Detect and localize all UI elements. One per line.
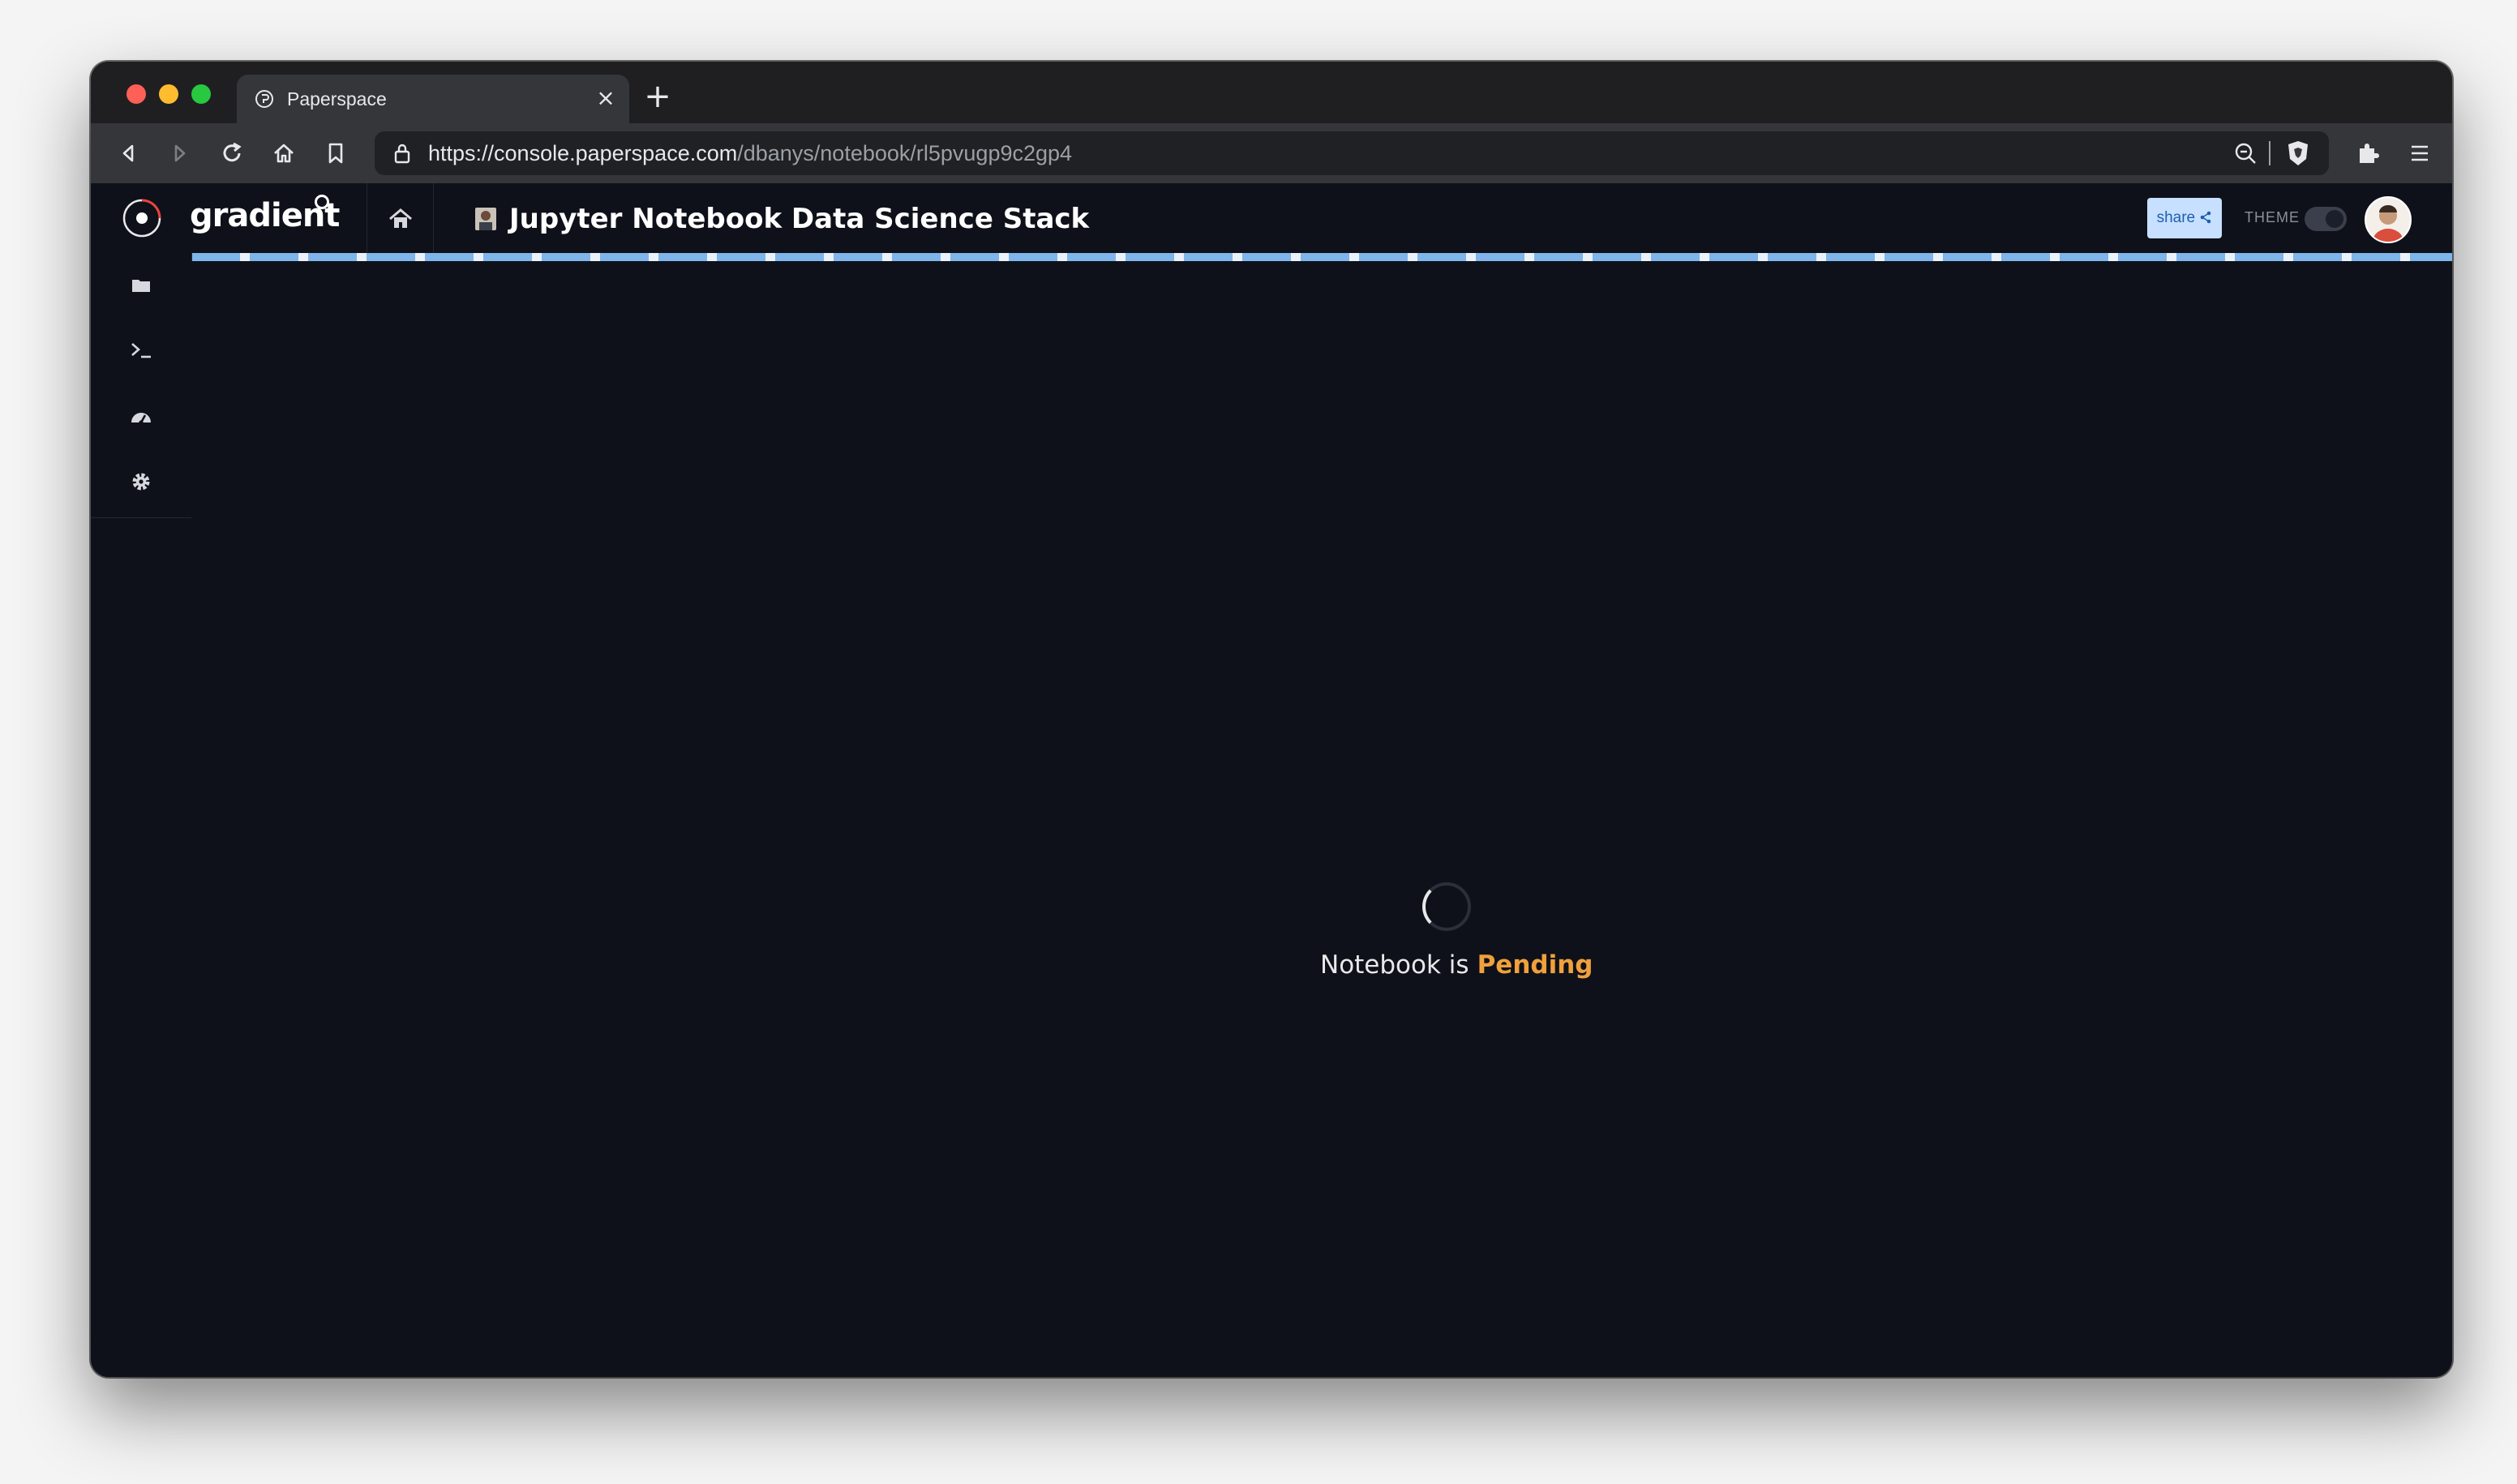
share-button[interactable]: share [2147, 198, 2222, 238]
status-prefix: Notebook is [1320, 950, 1469, 980]
loading-spinner-icon [1422, 882, 1471, 931]
notebook-content-area: Notebook is Pending [191, 261, 2452, 1377]
brave-shield-icon[interactable] [2285, 139, 2311, 167]
theme-label: THEME [2245, 209, 2300, 225]
minimize-window-button[interactable] [159, 84, 178, 104]
sidebar-item-metrics[interactable] [125, 401, 157, 433]
notebook-status: Notebook is Pending [1320, 947, 1596, 983]
close-tab-icon[interactable]: × [594, 86, 618, 110]
home-icon[interactable] [268, 137, 300, 169]
url-text[interactable]: https://console.paperspace.com/dbanys/no… [428, 140, 1072, 166]
browser-window: Paperspace × + https://console.paperspac… [91, 62, 2452, 1377]
user-avatar[interactable] [2365, 196, 2412, 243]
menu-icon[interactable] [2403, 137, 2436, 169]
theme-toggle[interactable] [2305, 207, 2347, 231]
extensions-icon[interactable] [2352, 137, 2384, 169]
reload-icon[interactable] [216, 137, 248, 169]
theme-toggle-knob [2326, 210, 2343, 228]
home-icon [389, 208, 412, 228]
status-value: Pending [1477, 950, 1593, 980]
gradient-logo-icon[interactable] [122, 198, 162, 238]
dashboard-icon [131, 413, 151, 425]
sidebar-item-terminal[interactable] [125, 334, 157, 367]
logo-dot-icon [315, 195, 329, 209]
address-bar[interactable]: https://console.paperspace.com/dbanys/no… [375, 131, 2329, 175]
app-header: gradient Jupyter Notebook Data Science S… [91, 183, 2452, 254]
terminal-icon [131, 343, 151, 358]
left-sidebar [91, 253, 192, 1377]
header-divider [433, 183, 434, 253]
new-tab-button[interactable]: + [642, 80, 673, 114]
back-icon[interactable] [112, 137, 144, 169]
sidebar-item-files[interactable] [125, 269, 157, 302]
tab-strip: Paperspace × + [91, 62, 2452, 123]
lock-icon [394, 144, 410, 164]
browser-toolbar: https://console.paperspace.com/dbanys/no… [91, 123, 2452, 183]
url-path: /dbanys/notebook/rl5pvugp9c2gp4 [737, 141, 1073, 165]
bookmark-icon[interactable] [319, 137, 352, 169]
sidebar-item-settings[interactable] [125, 465, 157, 498]
notebook-owner-avatar [475, 208, 496, 230]
zoom-icon[interactable] [2233, 141, 2258, 165]
browser-tab[interactable]: Paperspace × [237, 75, 629, 123]
sidebar-divider [91, 517, 191, 518]
close-window-button[interactable] [126, 84, 146, 104]
maximize-window-button[interactable] [191, 84, 211, 104]
page-title: Jupyter Notebook Data Science Stack [509, 203, 1090, 235]
folder-icon [132, 280, 150, 292]
url-host: https://console.paperspace.com [428, 141, 738, 165]
paperspace-favicon-icon [255, 90, 273, 108]
address-bar-separator [2269, 141, 2270, 165]
forward-icon[interactable] [164, 137, 196, 169]
loading-progress-bar [191, 253, 2452, 261]
share-icon [2201, 211, 2211, 224]
home-button[interactable] [384, 203, 417, 235]
settings-icon [132, 473, 150, 491]
share-label: share [2156, 209, 2196, 226]
tab-title: Paperspace [287, 88, 387, 109]
